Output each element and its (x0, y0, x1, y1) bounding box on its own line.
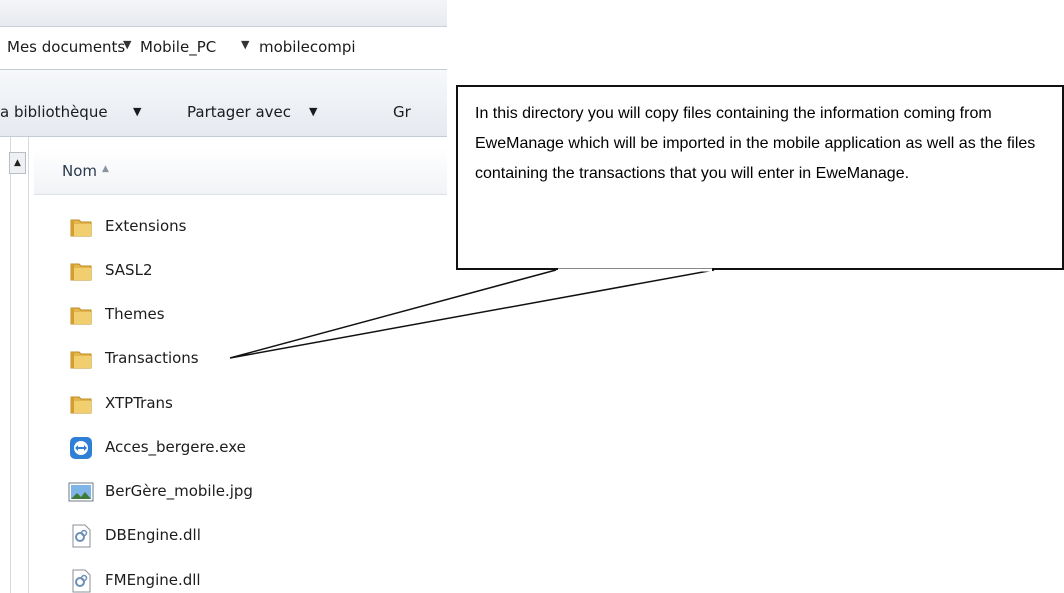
callout-pointer (229, 268, 715, 359)
